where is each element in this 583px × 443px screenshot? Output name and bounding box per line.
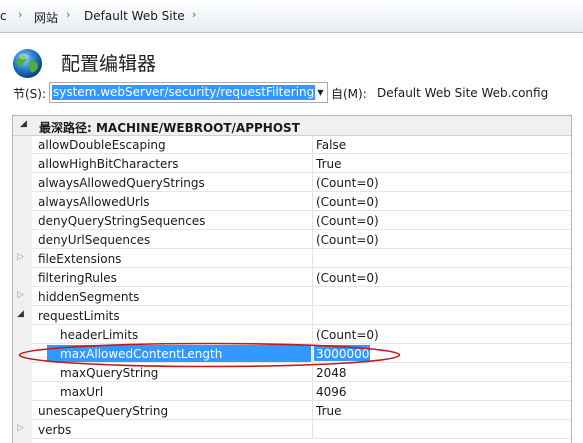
chevron-right-icon[interactable]: › [192,8,196,21]
property-name: requestLimits [38,309,120,323]
property-value[interactable]: (Count=0) [316,214,379,228]
section-value[interactable]: system.webServer/security/requestFilteri… [52,85,316,100]
expand-triangle-icon[interactable]: ▷ [17,290,24,300]
property-value[interactable]: (Count=0) [316,271,379,285]
grid-row[interactable]: filteringRules (Count=0) [32,268,571,287]
group-header-label: 最深路径: MACHINE/WEBROOT/APPHOST [39,121,300,135]
grid-row[interactable]: allowHighBitCharacters True [32,154,571,173]
page-title: 配置编辑器 [61,53,157,75]
annotation-ellipse [18,342,401,368]
property-value[interactable]: 4096 [316,385,347,399]
property-name: headerLimits [60,328,139,342]
property-value[interactable]: True [316,404,342,418]
property-name: denyQueryStringSequences [38,214,206,228]
grid-row[interactable]: ▷ fileExtensions [17,249,571,268]
grid-row[interactable]: ▷ hiddenSegments [17,287,571,306]
breadcrumb-item-site[interactable]: Default Web Site [84,9,185,23]
column-divider [312,401,313,420]
expand-triangle-icon[interactable]: ▷ [17,252,24,262]
column-divider [312,306,313,325]
column-divider [312,249,313,268]
property-name: denyUrlSequences [38,233,151,247]
breadcrumb-item-sites[interactable]: 网站 [34,9,58,26]
from-value[interactable]: Default Web Site Web.config [377,86,548,100]
section-combobox[interactable]: system.webServer/security/requestFilteri… [49,82,328,103]
grid-row[interactable]: alwaysAllowedUrls (Count=0) [32,192,571,211]
section-label: 节(S): [13,87,47,101]
chevron-down-icon[interactable]: ▼ [313,82,328,103]
grid-row[interactable]: allowDoubleEscaping False [32,135,571,154]
chevron-right-icon[interactable]: › [18,8,22,21]
property-value[interactable]: False [316,138,346,152]
property-grid: ◢ 最深路径: MACHINE/WEBROOT/APPHOST allowDou… [12,115,572,443]
column-divider [312,192,313,211]
property-value[interactable]: (Count=0) [316,233,379,247]
grid-row[interactable]: ▷ verbs [17,420,571,439]
property-value[interactable]: True [316,157,342,171]
column-divider [312,287,313,306]
expand-triangle-icon[interactable]: ▷ [17,423,24,433]
from-label: 自(M): [331,87,367,101]
grid-row[interactable]: denyUrlSequences (Count=0) [32,230,571,249]
property-name: hiddenSegments [38,290,140,304]
property-name: filteringRules [38,271,117,285]
column-divider [312,382,313,401]
collapse-triangle-icon[interactable]: ◢ [17,309,24,319]
column-divider [312,420,313,439]
property-name: allowHighBitCharacters [38,157,179,171]
breadcrumb-item-server[interactable]: c [0,9,7,23]
property-name: allowDoubleEscaping [38,138,166,152]
property-value[interactable]: (Count=0) [316,195,379,209]
column-divider [312,135,313,154]
column-divider [312,154,313,173]
column-divider [312,268,313,287]
grid-row[interactable]: maxUrl 4096 [32,382,571,401]
column-divider [312,211,313,230]
grid-row[interactable]: ◢ requestLimits [17,306,571,325]
breadcrumb: c › 网站 › Default Web Site › [0,0,583,33]
globe-icon [12,48,43,79]
chevron-right-icon[interactable]: › [66,8,70,21]
property-name: alwaysAllowedUrls [38,195,150,209]
column-divider [312,230,313,249]
property-value[interactable]: (Count=0) [316,176,379,190]
collapse-triangle-icon[interactable]: ◢ [20,119,27,129]
grid-row[interactable]: alwaysAllowedQueryStrings (Count=0) [32,173,571,192]
property-name: verbs [38,423,72,437]
grid-gutter [13,116,32,443]
grid-row[interactable]: unescapeQueryString True [32,401,571,420]
grid-row[interactable]: denyQueryStringSequences (Count=0) [32,211,571,230]
property-name: maxUrl [60,385,104,399]
property-name: fileExtensions [38,252,122,266]
property-value[interactable]: (Count=0) [316,328,379,342]
property-name: alwaysAllowedQueryStrings [38,176,205,190]
column-divider [312,173,313,192]
group-header[interactable]: ◢ 最深路径: MACHINE/WEBROOT/APPHOST [13,116,571,136]
property-name: unescapeQueryString [38,404,169,418]
